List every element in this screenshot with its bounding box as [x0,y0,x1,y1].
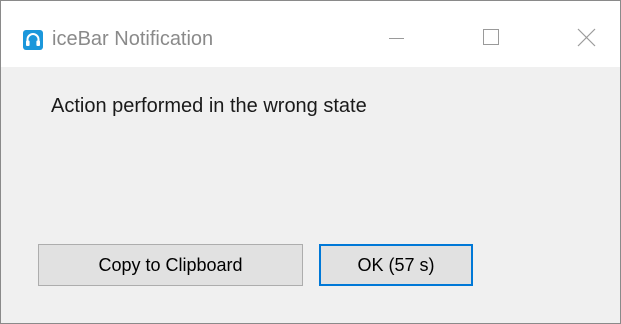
notification-message: Action performed in the wrong state [51,95,367,117]
maximize-icon [483,29,499,45]
maximize-button[interactable] [466,19,516,57]
headset-icon [23,30,43,50]
copy-to-clipboard-button[interactable]: Copy to Clipboard [38,244,303,286]
title-bar[interactable]: iceBar Notification [1,1,620,67]
close-icon [577,28,596,47]
minimize-icon [389,38,404,39]
minimize-button[interactable] [371,19,421,57]
close-button[interactable] [561,19,611,57]
window-title: iceBar Notification [52,28,214,50]
notification-window: iceBar Notification Action performed in … [0,0,621,324]
ok-button[interactable]: OK (57 s) [319,244,473,286]
